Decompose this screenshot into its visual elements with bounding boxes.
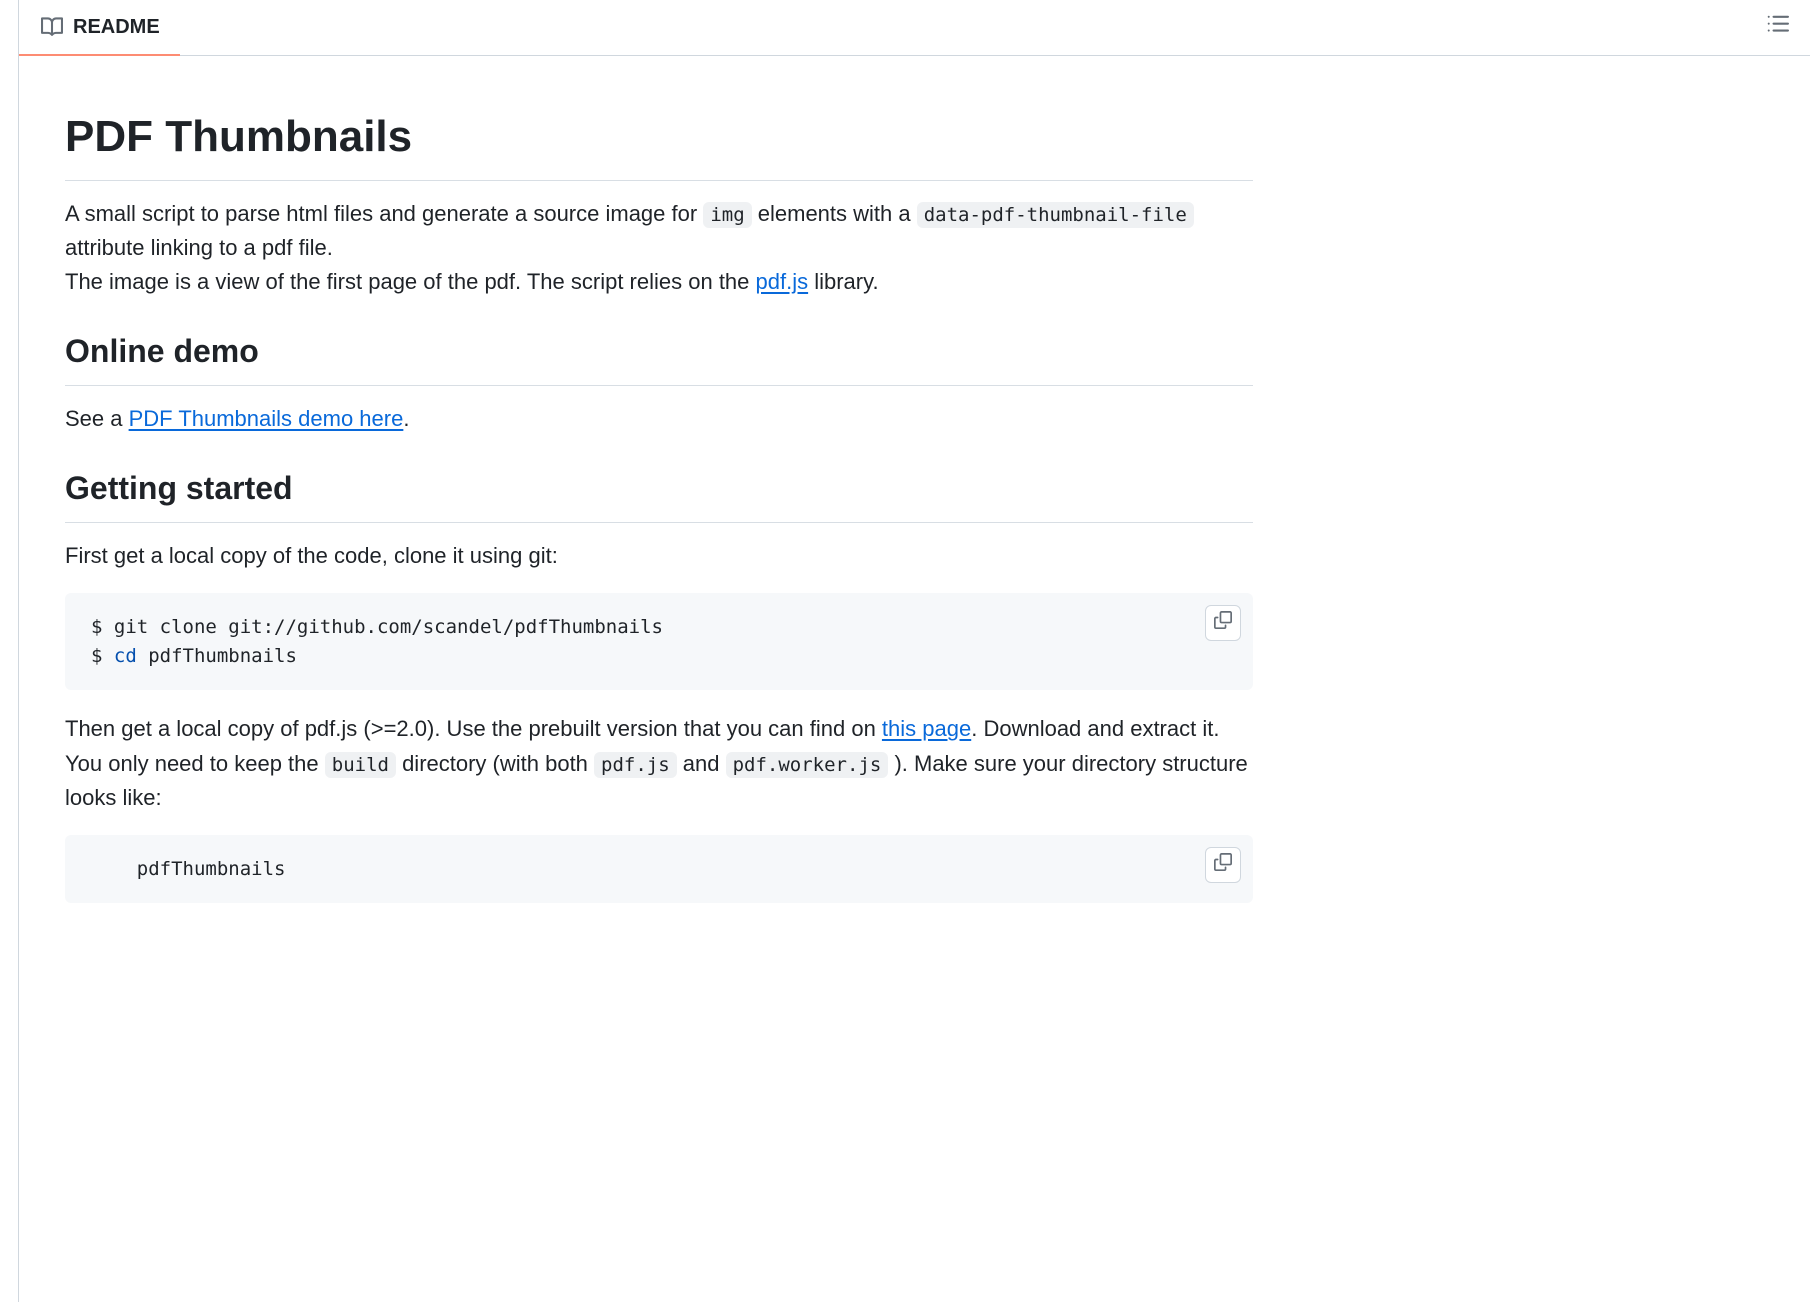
heading-title: PDF Thumbnails — [65, 104, 1253, 181]
command-keyword: cd — [114, 645, 137, 667]
tab-label: README — [73, 12, 160, 42]
text: . — [403, 406, 409, 431]
tab-header: README — [19, 0, 1810, 56]
readme-container: README PDF Thumbnails A small script to … — [18, 0, 1810, 1302]
text: directory (with both — [396, 751, 594, 776]
book-icon — [41, 16, 63, 38]
text: A small script to parse html files and g… — [65, 201, 703, 226]
heading-getting-started: Getting started — [65, 464, 1253, 523]
copy-icon — [1214, 609, 1232, 638]
code-block-clone: $ git clone git://github.com/scandel/pdf… — [65, 593, 1253, 690]
getting-started-intro: First get a local copy of the code, clon… — [65, 539, 1253, 573]
pdfjs-paragraph: Then get a local copy of pdf.js (>=2.0).… — [65, 712, 1253, 814]
code-line: $ cd pdfThumbnails — [91, 642, 1227, 671]
outline-button[interactable] — [1762, 12, 1794, 44]
code-block-structure: pdfThumbnails — [65, 835, 1253, 904]
demo-paragraph: See a PDF Thumbnails demo here. — [65, 402, 1253, 436]
text: attribute linking to a pdf file. — [65, 235, 333, 260]
command-text: pdfThumbnails — [137, 645, 297, 667]
code-build: build — [325, 752, 396, 778]
link-pdfjs[interactable]: pdf.js — [756, 269, 809, 294]
link-this-page[interactable]: this page — [882, 716, 971, 741]
tab-readme[interactable]: README — [19, 0, 180, 56]
code-line: pdfThumbnails — [91, 855, 1227, 884]
copy-icon — [1214, 851, 1232, 880]
text: Then get a local copy of pdf.js (>=2.0).… — [65, 716, 882, 741]
code-line: $ git clone git://github.com/scandel/pdf… — [91, 613, 1227, 642]
text: elements with a — [752, 201, 917, 226]
command-text: git clone git://github.com/scandel/pdfTh… — [114, 616, 663, 638]
text: The image is a view of the first page of… — [65, 269, 756, 294]
code-pdfworker: pdf.worker.js — [726, 752, 889, 778]
text: library. — [808, 269, 879, 294]
code-img: img — [703, 202, 751, 228]
text: and — [677, 751, 726, 776]
prompt: $ — [91, 645, 114, 667]
copy-button[interactable] — [1205, 847, 1241, 883]
code-pdfjs: pdf.js — [594, 752, 677, 778]
link-demo[interactable]: PDF Thumbnails demo here — [129, 406, 404, 431]
readme-content: PDF Thumbnails A small script to parse h… — [19, 56, 1299, 903]
prompt: $ — [91, 616, 114, 638]
intro-paragraph: A small script to parse html files and g… — [65, 197, 1253, 299]
list-icon — [1767, 13, 1789, 43]
text: See a — [65, 406, 129, 431]
heading-online-demo: Online demo — [65, 327, 1253, 386]
copy-button[interactable] — [1205, 605, 1241, 641]
code-attr: data-pdf-thumbnail-file — [917, 202, 1194, 228]
